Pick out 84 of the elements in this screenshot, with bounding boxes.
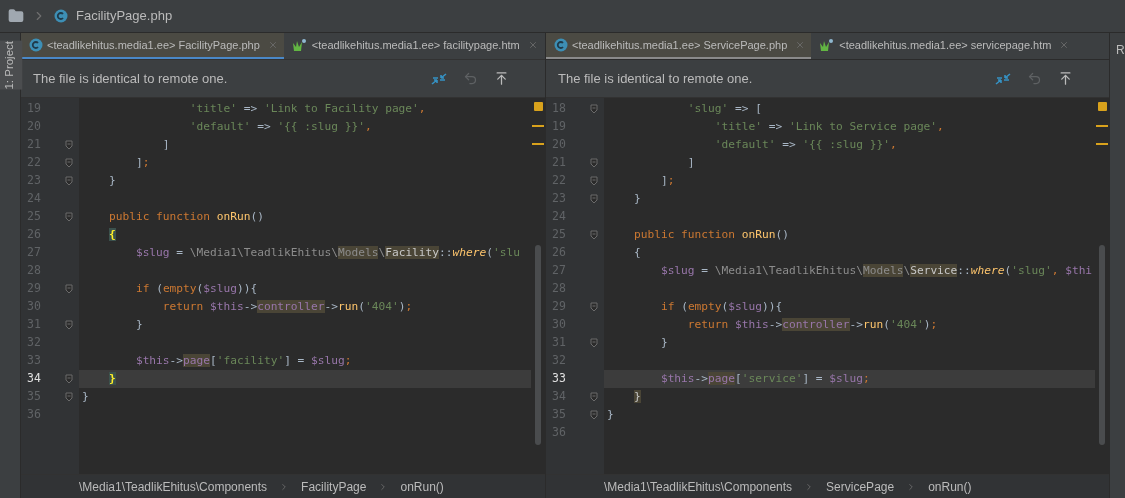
code-line: ] [686, 154, 695, 171]
code-line: return $this->controller->run('404'); [686, 316, 938, 333]
code-line: public function onRun() [632, 226, 789, 243]
fold-marker-icon[interactable] [65, 212, 73, 222]
code-line: } [134, 316, 143, 333]
notice-text: The file is identical to remote one. [33, 69, 228, 88]
fold-marker-icon[interactable] [590, 230, 598, 240]
breadcrumb-item[interactable]: FacilityPage [301, 477, 367, 496]
tab-label: <teadlikehitus.media1.ee> ServicePage.php [572, 37, 788, 53]
code-line: 'default' => '{{ :slug }}', [188, 118, 372, 135]
code-line: { [632, 244, 641, 261]
breadcrumb-item[interactable]: onRun() [928, 477, 972, 496]
notice-text: The file is identical to remote one. [558, 69, 753, 88]
code-line: $slug = \Media1\TeadlikEhitus\Models\Facility::where('slu [134, 244, 520, 261]
code-line: ] [161, 136, 170, 153]
fold-marker-icon[interactable] [590, 410, 598, 420]
class-file-icon [54, 9, 68, 23]
code-line: $slug = \Media1\TeadlikEhitus\Models\Service::where('slug', $thi [659, 262, 1093, 279]
line-number: 34 [26, 370, 42, 388]
code-line: if (empty($slug)){ [659, 298, 783, 315]
code-line: } [632, 190, 641, 207]
fold-marker-icon[interactable] [590, 302, 598, 312]
code-line: } [82, 388, 89, 405]
file-breadcrumb[interactable]: FacilityPage.php [76, 6, 173, 26]
breadcrumb-item[interactable]: onRun() [400, 477, 444, 496]
code-line: public function onRun() [107, 208, 264, 225]
upload-icon[interactable] [1058, 71, 1073, 86]
fold-marker-icon[interactable] [590, 104, 598, 114]
close-icon[interactable] [527, 40, 538, 50]
breadcrumb-item[interactable]: ServicePage [826, 477, 895, 496]
fold-marker-icon[interactable] [590, 194, 598, 204]
close-icon[interactable] [267, 40, 278, 50]
tab-label: <teadlikehitus.media1.ee> FacilityPage.php [47, 37, 260, 53]
scrollbar-thumb[interactable] [535, 245, 541, 445]
fold-marker-icon[interactable] [65, 158, 73, 168]
fold-marker-icon[interactable] [590, 338, 598, 348]
undo-icon[interactable] [1027, 71, 1042, 86]
fold-marker-icon[interactable] [65, 284, 73, 294]
code-line: return $this->controller->run('404'); [161, 298, 413, 315]
inspection-status-icon [1097, 102, 1107, 111]
class-file-icon [29, 38, 43, 52]
code-line: ]; [134, 154, 150, 171]
fold-marker-icon[interactable] [65, 392, 73, 402]
fold-marker-icon[interactable] [65, 140, 73, 150]
code-line: } [659, 334, 668, 351]
breadcrumb-item[interactable]: \Media1\TeadlikEhitus\Components [79, 477, 268, 496]
change-marker [1096, 143, 1108, 145]
upload-icon[interactable] [494, 71, 509, 86]
editor-tab[interactable]: <teadlikehitus.media1.ee> ServicePage.php [546, 33, 812, 59]
code-line: 'title' => 'Link to Facility page', [188, 100, 426, 117]
close-icon[interactable] [1059, 40, 1070, 50]
change-marker [532, 143, 544, 145]
undo-icon[interactable] [463, 71, 478, 86]
folder-icon[interactable] [8, 8, 24, 24]
project-tool-tab[interactable]: 1: Project [0, 41, 23, 90]
code-line: $this->page['service'] = $slug; [659, 370, 870, 387]
code-line: 'title' => 'Link to Service page', [713, 118, 944, 135]
arrows-inward-icon[interactable] [995, 70, 1011, 87]
code-line: 'default' => '{{ :slug }}', [713, 136, 897, 153]
breadcrumb-item[interactable]: \Media1\TeadlikEhitus\Components [604, 477, 793, 496]
code-line: } [607, 406, 614, 423]
class-file-icon [554, 38, 568, 52]
inspection-status-icon [533, 102, 543, 111]
tool-tab[interactable]: R [1110, 41, 1125, 59]
fold-marker-icon[interactable] [590, 158, 598, 168]
tab-label: <teadlikehitus.media1.ee> facilitypage.htm [311, 37, 520, 53]
fold-marker-icon[interactable] [590, 176, 598, 186]
code-line: if (empty($slug)){ [134, 280, 258, 297]
fold-marker-icon[interactable] [65, 374, 73, 384]
editor-tab[interactable]: <teadlikehitus.media1.ee> FacilityPage.php [21, 33, 284, 59]
fold-marker-icon[interactable] [65, 176, 73, 186]
arrows-inward-icon[interactable] [431, 70, 447, 87]
code-line: } [107, 172, 116, 189]
line-number: 33 [551, 370, 567, 388]
tab-label: <teadlikehitus.media1.ee> servicepage.htm [839, 37, 1052, 53]
fold-marker-icon[interactable] [590, 392, 598, 402]
close-icon[interactable] [795, 40, 806, 50]
scrollbar-thumb[interactable] [1099, 245, 1105, 445]
fold-marker-icon[interactable] [65, 320, 73, 330]
code-line: $this->page['facility'] = $slug; [134, 352, 352, 369]
code-line: 'slug' => [ [686, 100, 762, 117]
change-marker [1096, 125, 1108, 127]
code-line: ]; [659, 172, 675, 189]
change-marker [532, 125, 544, 127]
